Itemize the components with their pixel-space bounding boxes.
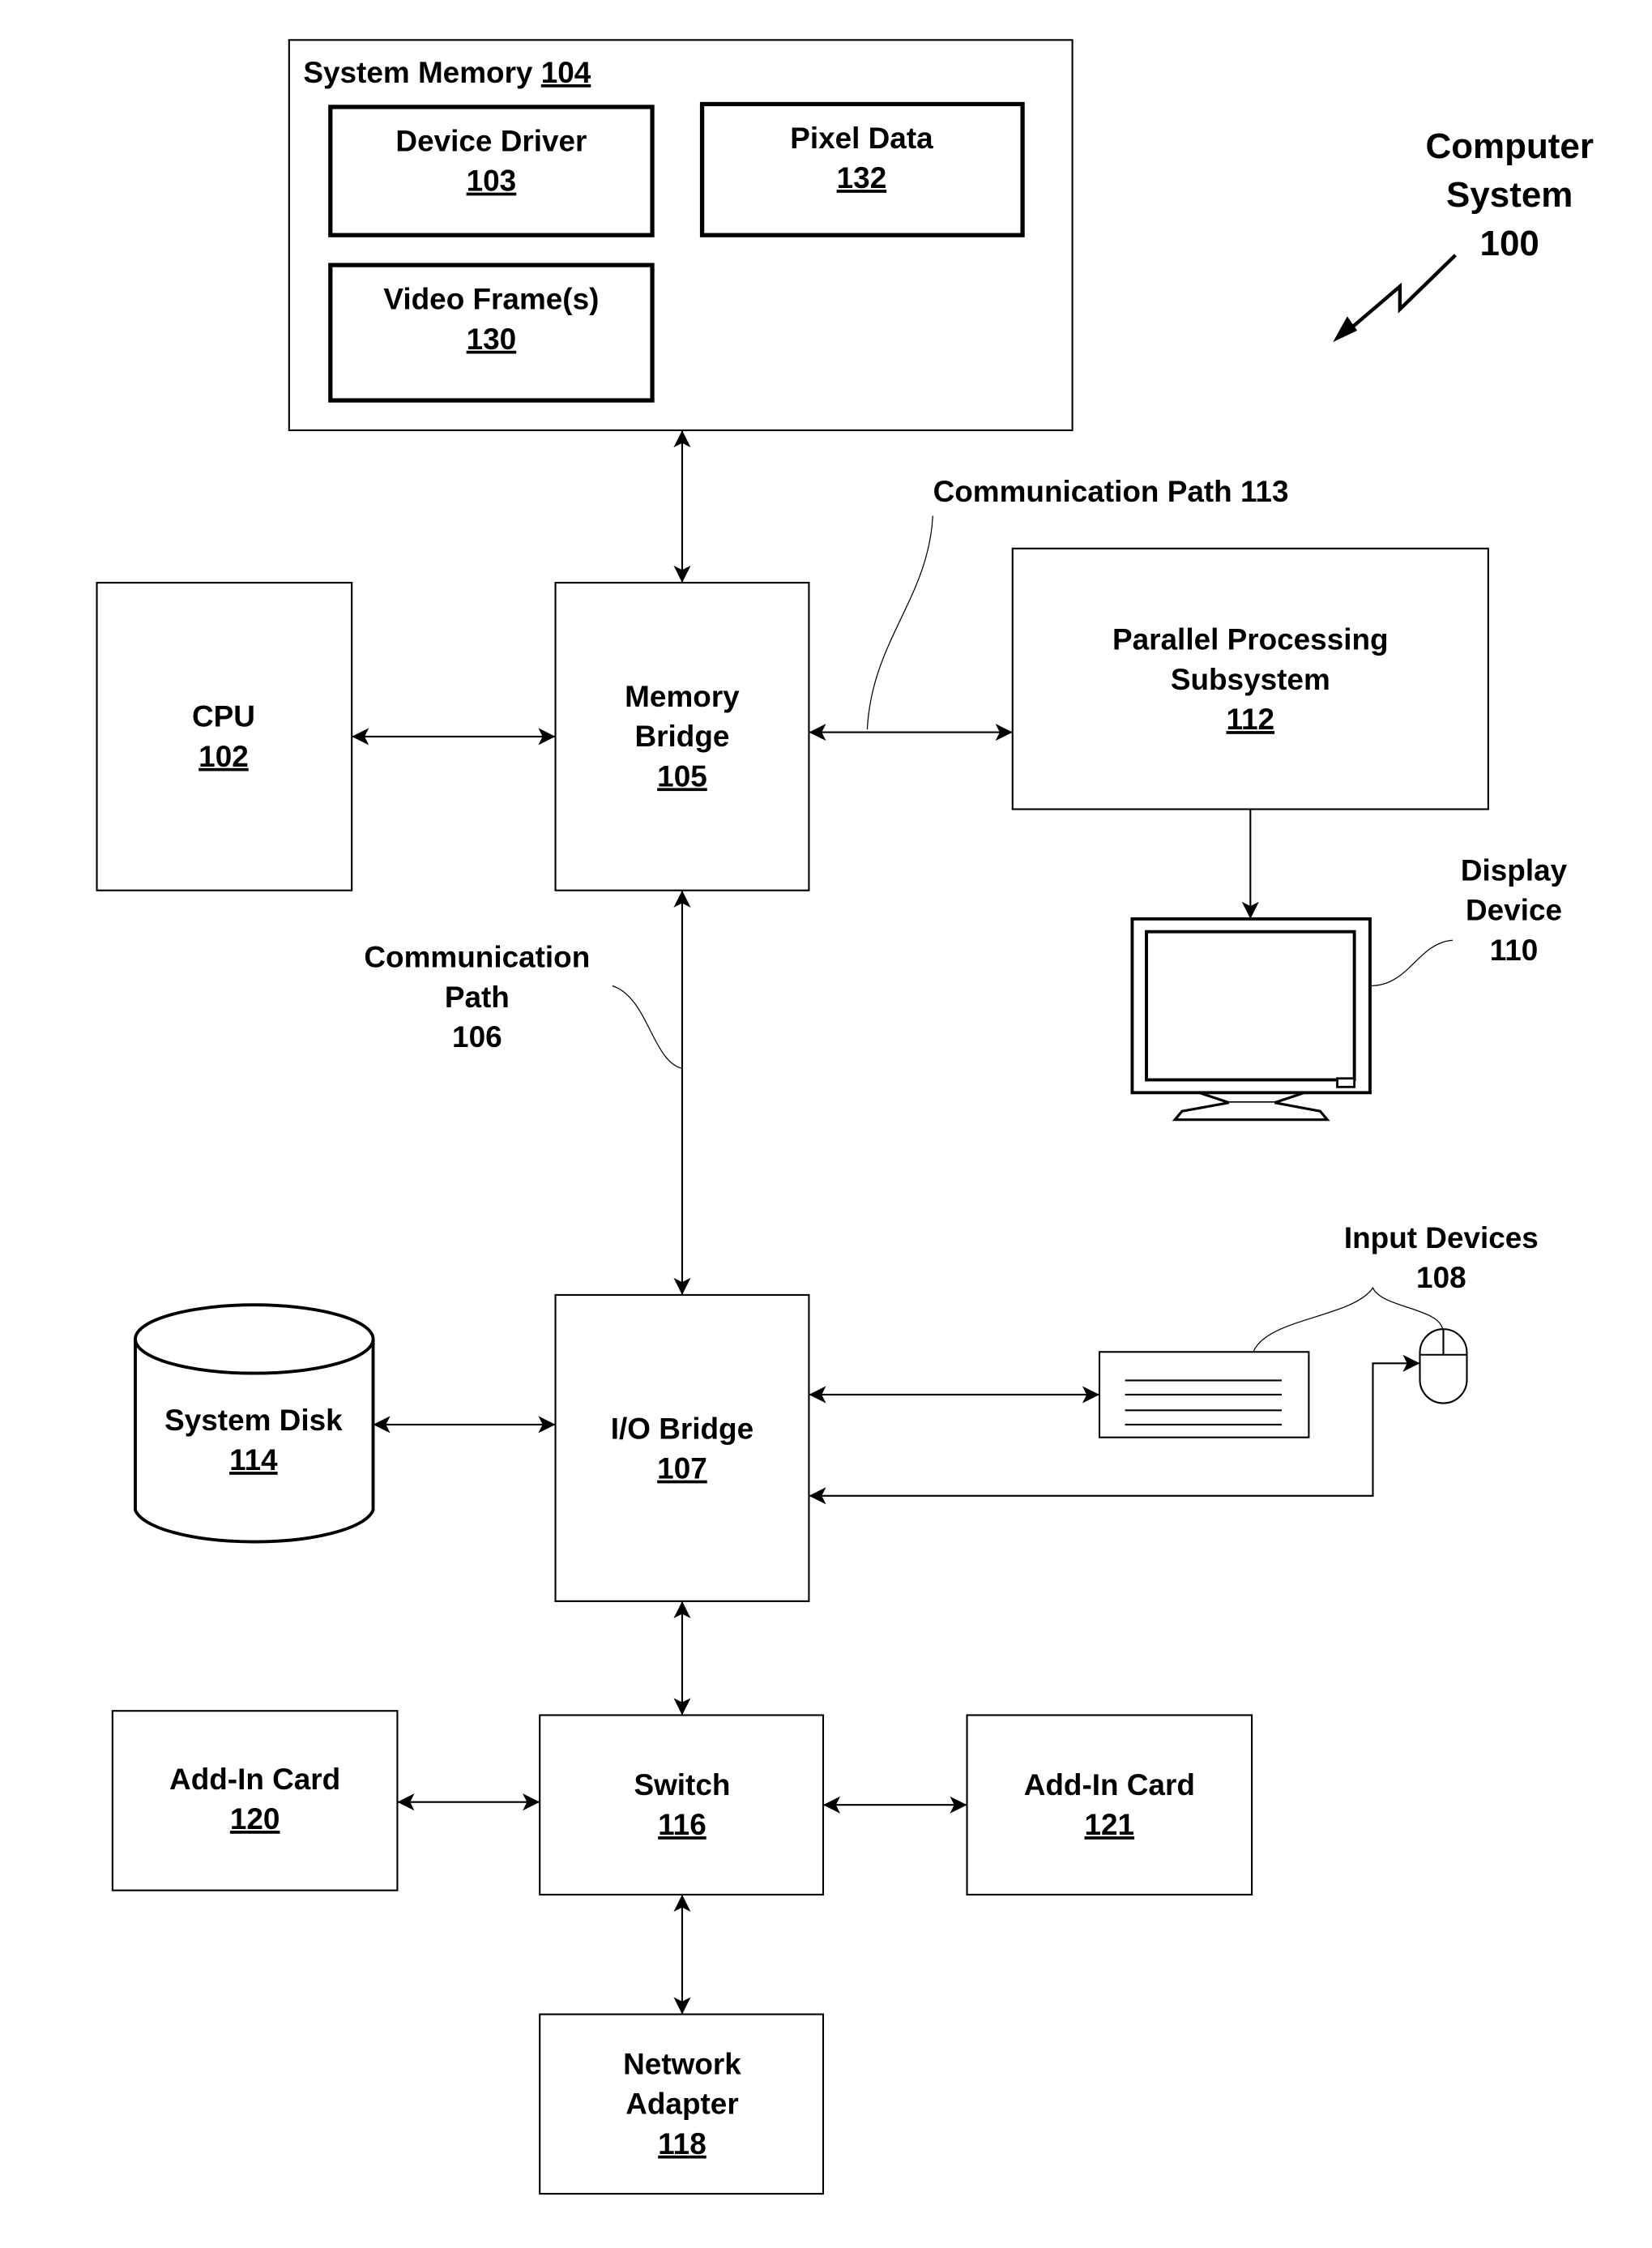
pps-label-2: Subsystem [1171, 663, 1330, 696]
memory-bridge-block: Memory Bridge 105 [554, 581, 810, 891]
pps-ref: 112 [1227, 703, 1275, 736]
switch-label: Switch [634, 1768, 730, 1801]
system-disk-block: System Disk 114 [134, 1303, 375, 1544]
switch-ref: 116 [658, 1808, 706, 1841]
add-in-card-120-box [111, 1710, 399, 1891]
comm-path-113-leader [866, 515, 933, 730]
lightning-arrow-icon [1340, 254, 1457, 338]
system-memory-ref: 104 [541, 56, 591, 89]
computer-system-diagram: System Memory 104 Device Driver 103 Pixe… [96, 39, 1594, 2195]
pixel-data-block: Pixel Data 132 [699, 101, 1025, 237]
memory-bridge-label-2: Bridge [635, 720, 730, 753]
add-in-card-121-ref: 121 [1085, 1808, 1135, 1841]
display-device-leader [1369, 939, 1453, 987]
add-in-card-121-box [966, 1714, 1253, 1896]
title-line-1: Computer [1425, 126, 1593, 166]
device-driver-label: Device Driver [395, 124, 587, 157]
comm-path-106-label-2: Path [445, 981, 510, 1014]
switch-block: Switch 116 [539, 1714, 825, 1896]
input-devices-label-1: Input Devices [1344, 1221, 1539, 1254]
display-device-label-2: Device [1466, 894, 1562, 927]
add-in-card-120-block: Add-In Card 120 [111, 1710, 399, 1891]
input-devices-label-2: 108 [1416, 1261, 1466, 1294]
add-in-card-120-label: Add-In Card [169, 1763, 340, 1796]
memory-bridge-ref: 105 [657, 759, 707, 793]
memory-bridge-label-1: Memory [625, 680, 740, 713]
title-line-2: System [1446, 175, 1573, 215]
add-in-card-120-ref: 120 [230, 1802, 280, 1836]
system-memory-block: System Memory 104 Device Driver 103 Pixe… [288, 39, 1074, 432]
network-adapter-ref: 118 [658, 2127, 706, 2160]
add-in-card-121-label: Add-In Card [1024, 1768, 1195, 1801]
disk-top-icon [134, 1303, 375, 1375]
title-line-3: 100 [1480, 224, 1539, 263]
device-driver-block: Device Driver 103 [328, 105, 655, 237]
cpu-block: CPU 102 [96, 581, 353, 891]
io-bridge-ref: 107 [657, 1452, 707, 1485]
cpu-label: CPU [192, 700, 255, 733]
device-driver-ref: 103 [467, 165, 517, 198]
input-devices-label: Input Devices 108 [1344, 1221, 1539, 1294]
add-in-card-121-block: Add-In Card 121 [966, 1714, 1253, 1896]
parallel-processing-block: Parallel Processing Subsystem 112 [1011, 547, 1489, 810]
display-device-label: Display Device 110 [1461, 853, 1568, 966]
system-disk-ref: 114 [229, 1443, 278, 1477]
input-devices-brace [1253, 1286, 1444, 1353]
switch-box [539, 1714, 825, 1896]
mouse-icon [1419, 1328, 1468, 1404]
display-device-label-1: Display [1461, 853, 1568, 887]
lightning-arrowhead-icon [1333, 316, 1358, 342]
computer-system-title: Computer System 100 [1333, 126, 1594, 342]
comm-path-106-leader [612, 985, 683, 1070]
keyboard-icon [1098, 1351, 1310, 1438]
network-adapter-label-2: Adapter [625, 2088, 738, 2121]
io-bridge-label: I/O Bridge [611, 1412, 753, 1445]
video-frames-block: Video Frame(s) 130 [328, 263, 655, 403]
network-adapter-label-1: Network [623, 2047, 741, 2080]
comm-path-113-label: Communication Path 113 [933, 475, 1289, 508]
video-frames-ref: 130 [467, 323, 517, 356]
svg-text:System Memory 104: System Memory 104 [303, 56, 591, 89]
cpu-box [96, 581, 353, 891]
monitor-icon [1130, 917, 1372, 1122]
pps-label-1: Parallel Processing [1112, 623, 1389, 656]
display-device-label-3: 110 [1490, 934, 1539, 967]
network-adapter-block: Network Adapter 118 [539, 2013, 825, 2195]
cpu-ref: 102 [198, 740, 249, 773]
io-bridge-block: I/O Bridge 107 [554, 1293, 810, 1602]
comm-path-106-label-3: 106 [452, 1020, 502, 1053]
pixel-data-label: Pixel Data [790, 122, 933, 155]
comm-path-106-label-1: Communication [364, 941, 590, 974]
system-memory-label: System Memory [303, 56, 533, 89]
comm-path-106-label: Communication Path 106 [364, 941, 590, 1053]
io-bridge-box [554, 1293, 810, 1602]
pixel-data-ref: 132 [837, 161, 887, 194]
system-disk-label: System Disk [164, 1404, 343, 1437]
video-frames-label: Video Frame(s) [383, 283, 599, 316]
